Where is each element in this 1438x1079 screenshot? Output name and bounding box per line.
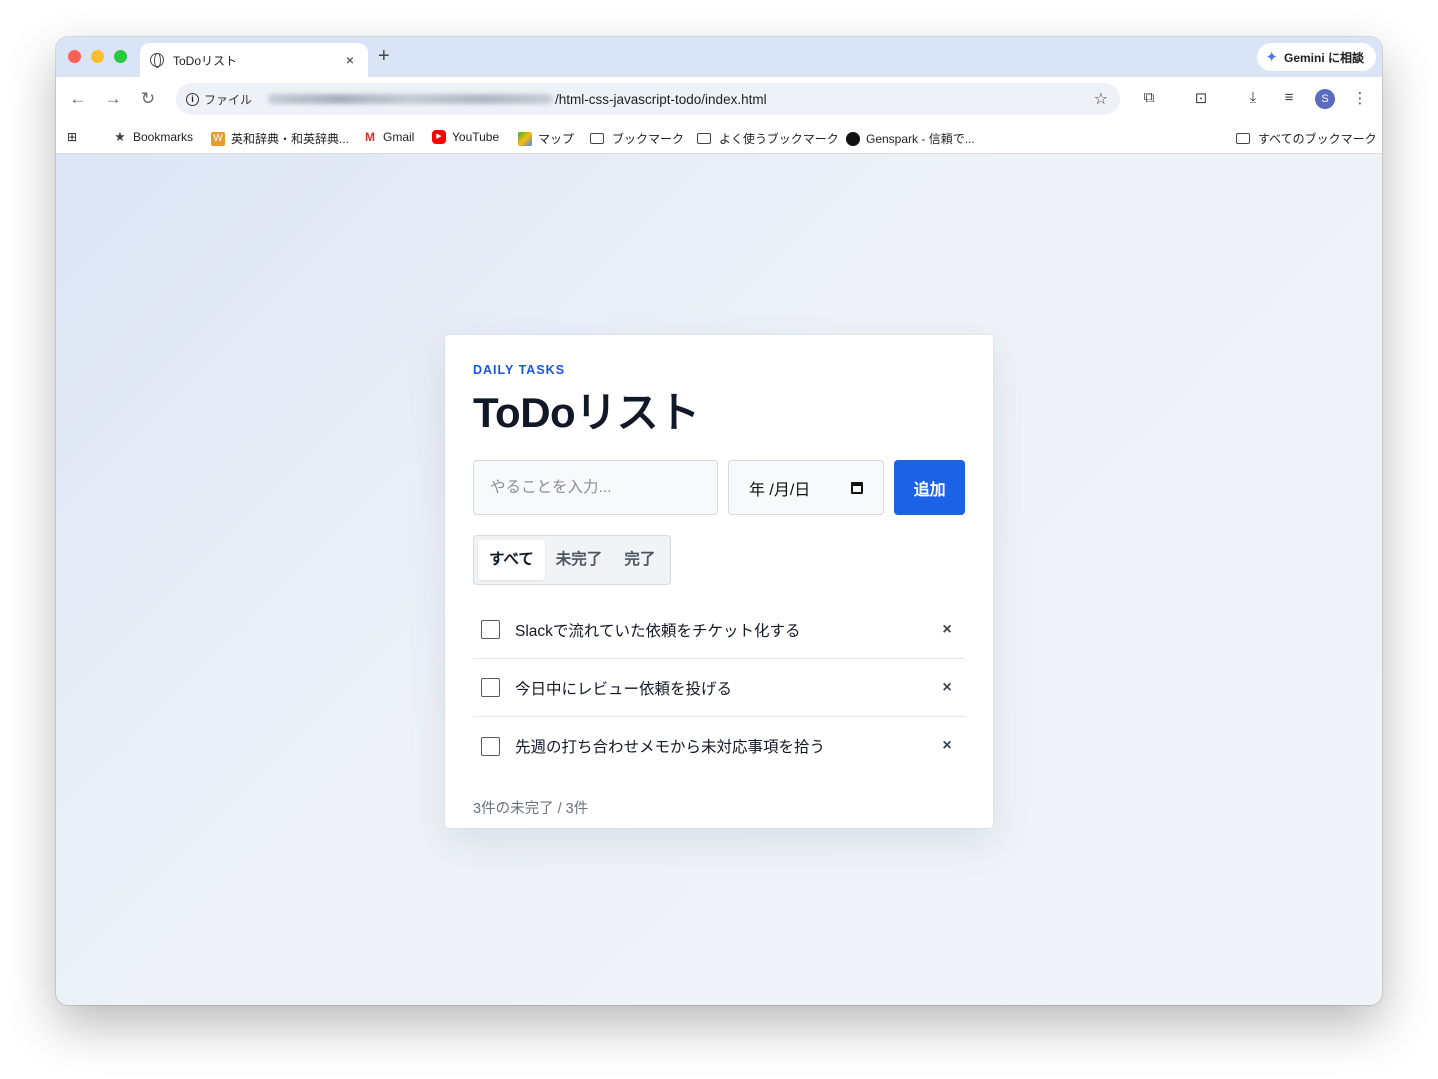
folder-icon (697, 133, 711, 144)
maps-icon (518, 131, 532, 146)
task-text: Slackで流れていた依頼をチケット化する (515, 622, 801, 640)
filter-active[interactable]: 未完了 (545, 540, 614, 580)
browser-toolbar: ← → ↻ i ファイル /html-css-javascript-todo/i… (56, 77, 1382, 121)
bookmark-label: よく使うブックマーク (719, 132, 839, 146)
tab-close-icon[interactable]: × (342, 52, 358, 68)
genspark-icon (846, 131, 860, 146)
page-title: ToDoリスト (473, 389, 700, 436)
calendar-icon[interactable] (851, 481, 864, 494)
apps-grid-icon[interactable]: ⊞ (67, 130, 77, 144)
delete-icon[interactable]: × (937, 737, 957, 755)
filter-all[interactable]: すべて (478, 540, 545, 580)
bookmark-label: すべてのブックマーク (1258, 132, 1377, 146)
task-item: Slackで流れていた依頼をチケット化する × (473, 601, 965, 659)
bookmark-item[interactable]: M Gmail (363, 130, 414, 144)
forward-arrow-icon[interactable]: → (101, 87, 125, 111)
kicker-label: DAILY TASKS (473, 363, 566, 377)
filter-tabs: すべて 未完了 完了 (473, 535, 672, 585)
globe-icon (150, 53, 164, 68)
close-window-button[interactable] (68, 50, 81, 63)
add-task-form: 年 /月/日 追加 (473, 460, 965, 515)
bookmark-label: 英和辞典・和英辞典... (231, 132, 350, 146)
bookmark-label: マップ (538, 132, 575, 146)
bookmark-star-icon[interactable]: ☆ (1094, 89, 1108, 109)
tab-title: ToDoリスト (173, 53, 238, 68)
bookmark-folder[interactable]: よく使うブックマーク (697, 130, 839, 147)
reload-icon[interactable]: ↻ (136, 87, 160, 111)
task-checkbox[interactable] (481, 736, 500, 756)
bookmark-label: Genspark - 信頼で... (866, 132, 975, 146)
gemini-button[interactable]: ✦ Gemini に相談 (1257, 43, 1376, 71)
add-button[interactable]: 追加 (894, 460, 965, 515)
folder-icon (590, 133, 604, 144)
bookmark-item[interactable]: ★ Bookmarks (113, 129, 194, 145)
task-checkbox[interactable] (481, 678, 500, 697)
browser-tab[interactable]: ToDoリスト × (140, 43, 368, 77)
reading-list-icon[interactable]: ≡ (1279, 89, 1299, 106)
task-text: 今日中にレビュー依頼を投げる (515, 680, 733, 698)
bookmarks-bar: ⊞ ★ Bookmarks W 英和辞典・和英辞典... M Gmail ▶ Y… (56, 121, 1382, 154)
address-bar[interactable]: i ファイル /html-css-javascript-todo/index.h… (176, 83, 1120, 115)
minimize-window-button[interactable] (91, 50, 104, 63)
gemini-sparkle-icon: ✦ (1265, 49, 1278, 66)
menu-kebab-icon[interactable]: ⋮ (1350, 89, 1370, 107)
extensions-icon[interactable]: ⧉ (1139, 89, 1159, 106)
bookmark-label: Bookmarks (133, 130, 194, 144)
star-icon: ★ (114, 129, 126, 144)
info-icon[interactable]: i (186, 92, 199, 106)
bookmark-item[interactable]: マップ (518, 130, 574, 147)
task-item: 先週の打ち合わせメモから未対応事項を拾う × (473, 717, 965, 775)
bookmark-label: YouTube (452, 130, 500, 144)
task-text: 先週の打ち合わせメモから未対応事項を拾う (515, 739, 826, 756)
all-bookmarks-folder[interactable]: すべてのブックマーク (1236, 130, 1377, 147)
tab-search-icon[interactable]: ⊡ (1191, 89, 1211, 107)
delete-icon[interactable]: × (937, 621, 957, 639)
task-checkbox[interactable] (481, 620, 500, 639)
weblio-icon: W (211, 131, 225, 146)
task-summary: 3件の未完了 / 3件 (473, 801, 589, 817)
bookmark-label: ブックマーク (612, 132, 685, 146)
zoom-window-button[interactable] (114, 50, 127, 63)
youtube-icon: ▶ (432, 130, 446, 144)
task-input[interactable] (473, 460, 718, 515)
task-item: 今日中にレビュー依頼を投げる × (473, 659, 965, 717)
bookmark-item[interactable]: Genspark - 信頼で... (846, 130, 975, 147)
filter-completed[interactable]: 完了 (613, 540, 666, 580)
bookmark-item[interactable]: ▶ YouTube (432, 130, 499, 144)
gmail-icon: M (365, 130, 375, 144)
url-scheme-label: ファイル (204, 92, 253, 107)
bookmark-label: Gmail (383, 130, 415, 144)
bookmark-item[interactable]: W 英和辞典・和英辞典... (211, 130, 349, 147)
tab-bar: ToDoリスト × + ✦ Gemini に相談 (56, 37, 1382, 77)
bookmark-folder[interactable]: ブックマーク (590, 130, 684, 147)
todo-card: DAILY TASKS ToDoリスト 年 /月/日 追加 すべて 未完了 完了… (445, 335, 993, 828)
new-tab-button[interactable]: + (378, 45, 390, 68)
page-content: DAILY TASKS ToDoリスト 年 /月/日 追加 すべて 未完了 完了… (56, 154, 1382, 1005)
gemini-label: Gemini に相談 (1283, 50, 1364, 65)
delete-icon[interactable]: × (937, 679, 957, 697)
url-path: /html-css-javascript-todo/index.html (555, 91, 767, 107)
back-arrow-icon[interactable]: ← (66, 87, 90, 111)
download-icon[interactable]: ⤓ (1243, 89, 1263, 106)
date-placeholder: 年 /月/日 (748, 481, 811, 499)
profile-avatar[interactable]: S (1315, 89, 1335, 109)
folder-icon (1236, 133, 1250, 144)
task-list: Slackで流れていた依頼をチケット化する × 今日中にレビュー依頼を投げる ×… (473, 601, 965, 775)
browser-window: ToDoリスト × + ✦ Gemini に相談 ← → ↻ i ファイル /h… (56, 37, 1382, 1005)
due-date-input[interactable]: 年 /月/日 (727, 460, 885, 515)
blurred-url-segment (268, 94, 554, 104)
